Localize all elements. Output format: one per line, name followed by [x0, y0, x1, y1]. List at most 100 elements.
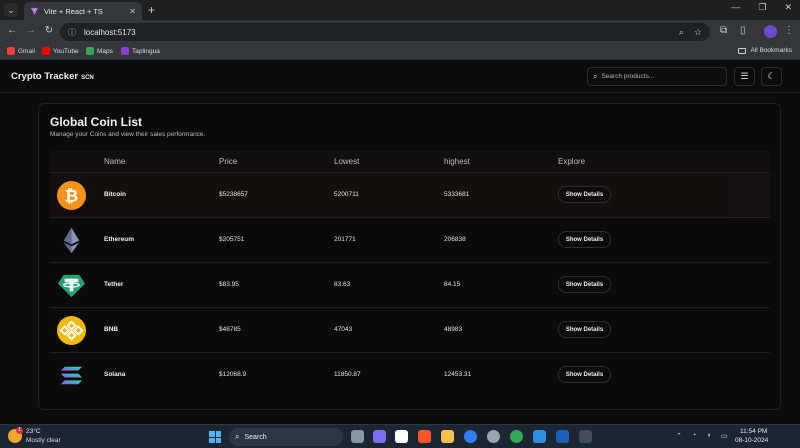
weather-temperature: 23°C	[26, 428, 41, 435]
reload-icon[interactable]: ↻	[42, 25, 56, 36]
column-header-price: Price	[219, 157, 238, 166]
all-bookmarks-button[interactable]: All Bookmarks	[738, 47, 792, 54]
url-text: localhost:5173	[84, 27, 136, 37]
bookmarks-bar: Gmail YouTube Maps Taplingua All Bookmar…	[0, 44, 800, 60]
file-explorer-icon[interactable]	[441, 430, 454, 443]
table-row[interactable]: ₿ Bitcoin $5238657 5200711 5333681 Show …	[50, 172, 770, 217]
youtube-icon	[42, 47, 50, 55]
bookmark-maps[interactable]: Maps	[86, 47, 113, 55]
coin-highest: 84.15	[444, 281, 461, 288]
show-details-button[interactable]: Show Details	[558, 321, 611, 338]
row-highlight	[50, 173, 730, 217]
bookmark-taplingua[interactable]: Taplingua	[121, 47, 160, 55]
show-details-button[interactable]: Show Details	[558, 366, 611, 383]
os-taskbar: 1 23°C Mostly clear ⌕ Search ⌃ ◔ ◗ ▭ 11:…	[0, 424, 800, 448]
forward-icon[interactable]: →	[24, 25, 38, 36]
menu-button[interactable]: ☰	[734, 67, 755, 86]
table-row[interactable]: Solana $12068.9 11850.87 12453.31 Show D…	[50, 352, 770, 397]
coin-price: $12068.9	[219, 371, 247, 378]
column-header-name: Name	[104, 157, 126, 166]
column-header-highest: highest	[444, 157, 470, 166]
coin-lowest: 5200711	[334, 191, 359, 198]
tether-icon	[57, 274, 86, 298]
coin-lowest: 83.63	[334, 281, 351, 288]
site-info-icon[interactable]: ⓘ	[68, 27, 76, 38]
back-icon[interactable]: ←	[5, 25, 19, 36]
browser-toolbar: ← → ↻ ⓘ localhost:5173 ⌕ ☆ ⧉ ▯ ⋮	[0, 20, 800, 44]
profile-avatar[interactable]	[764, 25, 777, 38]
bookmark-label: Gmail	[18, 47, 35, 55]
volume-icon[interactable]: ◗	[707, 432, 711, 439]
close-window-icon[interactable]: ✕	[784, 2, 792, 13]
column-header-lowest: Lowest	[334, 157, 360, 166]
zoom-icon[interactable]: ⌕	[679, 27, 684, 38]
taskbar-search[interactable]: ⌕ Search	[229, 428, 343, 446]
restore-icon[interactable]: ❐	[758, 2, 766, 13]
moon-icon: ☾	[767, 71, 776, 81]
bookmark-label: Taplingua	[132, 47, 160, 55]
app-icon[interactable]	[373, 430, 386, 443]
page-title: Global Coin List	[50, 115, 142, 129]
coin-highest: 48983	[444, 326, 463, 333]
clock-time[interactable]: 11:54 PM	[740, 428, 767, 435]
bitcoin-icon: ₿	[56, 180, 87, 211]
chrome-icon[interactable]	[510, 430, 523, 443]
address-bar[interactable]: ⓘ localhost:5173 ⌕ ☆	[60, 23, 710, 41]
browser-tab[interactable]: Vite + React + TS ✕	[24, 2, 142, 20]
powershell-icon[interactable]	[556, 430, 569, 443]
weather-description: Mostly clear	[26, 437, 61, 444]
weather-badge: 1	[16, 427, 23, 434]
taskbar-search-label: Search	[244, 433, 267, 441]
new-tab-icon[interactable]: +	[148, 3, 155, 17]
coin-lowest: 11850.87	[334, 371, 361, 378]
coin-name: BNB	[104, 326, 119, 333]
extensions-icon[interactable]: ⧉	[720, 25, 727, 36]
coin-highest: 12453.31	[444, 371, 472, 378]
sidebar-icon[interactable]: ▯	[740, 25, 746, 36]
bookmark-gmail[interactable]: Gmail	[7, 47, 35, 55]
table-row[interactable]: Tether $83.95 83.63 84.15 Show Details	[50, 262, 770, 307]
coin-list-card: Global Coin List Manage your Coins and v…	[38, 103, 781, 410]
app-l-icon[interactable]	[395, 430, 408, 443]
taplingua-icon	[121, 47, 129, 55]
gmail-icon	[7, 47, 15, 55]
table-row[interactable]: BNB $48785 47043 48983 Show Details	[50, 307, 770, 352]
show-details-button[interactable]: Show Details	[558, 231, 611, 248]
search-box: ⌕	[587, 67, 727, 86]
ethereum-icon	[63, 227, 80, 254]
solana-icon	[60, 366, 83, 385]
app-header: Crypto TrackerSCN ⌕ ☰ ☾	[0, 61, 800, 93]
brave-icon[interactable]	[418, 430, 431, 443]
all-bookmarks-label: All Bookmarks	[750, 47, 792, 54]
table-row[interactable]: Ethereum $205751 201771 206838 Show Deta…	[50, 217, 770, 262]
coin-lowest: 47043	[334, 326, 353, 333]
search-input[interactable]	[601, 73, 712, 80]
theme-toggle-button[interactable]: ☾	[761, 67, 782, 86]
clock-date[interactable]: 08-10-2024	[735, 437, 768, 444]
coin-price: $5238657	[219, 191, 248, 198]
table-header: Name Price Lowest highest Explore	[50, 150, 770, 172]
show-details-button[interactable]: Show Details	[558, 276, 611, 293]
battery-icon[interactable]: ▭	[721, 432, 728, 440]
page-subtitle: Manage your Coins and view their sales p…	[50, 131, 206, 138]
minimize-icon[interactable]: —	[731, 2, 740, 13]
tab-title: Vite + React + TS	[44, 6, 103, 16]
terminal-icon[interactable]	[579, 430, 592, 443]
tray-chevron-icon[interactable]: ⌃	[676, 432, 682, 440]
tab-close-icon[interactable]: ✕	[129, 7, 136, 16]
show-details-button[interactable]: Show Details	[558, 186, 611, 203]
vscode-icon[interactable]	[533, 430, 546, 443]
coin-price: $83.95	[219, 281, 239, 288]
windows-start-icon[interactable]	[209, 431, 221, 443]
app-icon[interactable]	[464, 430, 477, 443]
bookmark-youtube[interactable]: YouTube	[42, 47, 79, 55]
tab-search-chevron-icon[interactable]: ⌄	[4, 3, 18, 17]
task-view-icon[interactable]	[351, 430, 364, 443]
coin-highest: 206838	[444, 236, 466, 243]
app-icon[interactable]	[487, 430, 500, 443]
wifi-icon[interactable]: ◔	[692, 432, 696, 439]
brand[interactable]: Crypto Tracker SCN	[11, 71, 94, 82]
coin-name: Tether	[104, 281, 124, 288]
bookmark-star-icon[interactable]: ☆	[694, 27, 702, 38]
menu-kebab-icon[interactable]: ⋮	[784, 25, 794, 36]
